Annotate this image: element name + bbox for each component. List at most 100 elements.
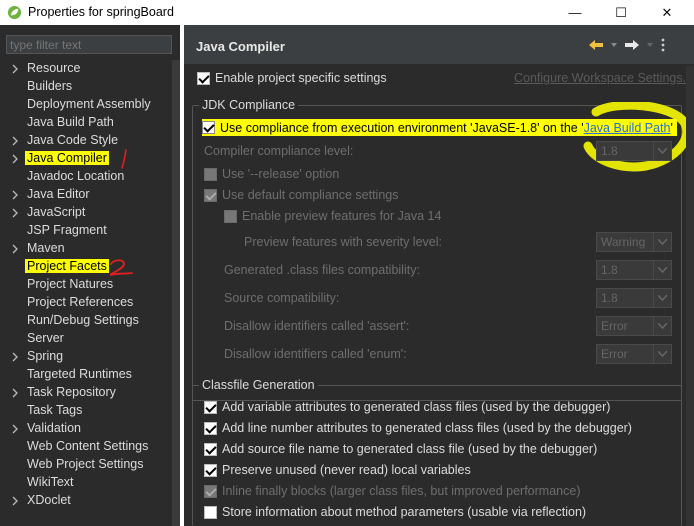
classfile-option-label: Preserve unused (never read) local varia…: [222, 463, 471, 477]
use-compliance-row[interactable]: Use compliance from execution environmen…: [202, 119, 677, 136]
tree-item-xdoclet[interactable]: XDoclet: [0, 492, 172, 510]
classfile-option-checkbox[interactable]: [204, 505, 217, 519]
classfile-option-label: Add variable attributes to generated cla…: [222, 400, 611, 414]
chevron-right-icon[interactable]: [10, 496, 20, 506]
classfile-option-checkbox[interactable]: [204, 484, 217, 498]
forward-menu-chevron-icon[interactable]: [646, 41, 654, 49]
generated-class-select[interactable]: 1.8: [596, 260, 672, 280]
tree-item-project-natures[interactable]: Project Natures: [0, 276, 172, 294]
tree-item-targeted-runtimes[interactable]: Targeted Runtimes: [0, 366, 172, 384]
tree-item-javascript[interactable]: JavaScript: [0, 204, 172, 222]
forward-arrow-icon[interactable]: [624, 39, 640, 51]
tree-item-label: Builders: [27, 79, 73, 93]
chevron-right-icon[interactable]: [10, 190, 20, 200]
use-default-checkbox[interactable]: [204, 188, 217, 202]
tree-item-project-facets[interactable]: Project Facets: [0, 258, 172, 276]
classfile-option-row[interactable]: Inline finally blocks (larger class file…: [204, 484, 580, 498]
enable-specific-row[interactable]: Enable project specific settings: [197, 71, 387, 85]
tree-item-spring[interactable]: Spring: [0, 348, 172, 366]
tree-item-builders[interactable]: Builders: [0, 78, 172, 96]
tree-item-run-debug-settings[interactable]: Run/Debug Settings: [0, 312, 172, 330]
tree-item-web-content-settings[interactable]: Web Content Settings: [0, 438, 172, 456]
classfile-option-row[interactable]: Store information about method parameter…: [204, 505, 586, 519]
tree-item-label: Javadoc Location: [27, 169, 125, 183]
configure-workspace-link[interactable]: Configure Workspace Settings...: [514, 71, 693, 85]
chevron-right-icon[interactable]: [10, 244, 20, 254]
enable-preview-row[interactable]: Enable preview features for Java 14: [224, 209, 441, 223]
source-compat-label: Source compatibility:: [224, 291, 340, 305]
tree-item-web-project-settings[interactable]: Web Project Settings: [0, 456, 172, 474]
preview-severity-select[interactable]: Warning: [596, 232, 672, 252]
back-menu-chevron-icon[interactable]: [610, 41, 618, 49]
tree-item-java-compiler[interactable]: Java Compiler: [0, 150, 172, 168]
tree-item-wikitext[interactable]: WikiText: [0, 474, 172, 492]
tree-item-deployment-assembly[interactable]: Deployment Assembly: [0, 96, 172, 114]
close-button[interactable]: ✕: [644, 0, 690, 25]
compliance-level-label: Compiler compliance level:: [204, 144, 354, 158]
tree-item-project-references[interactable]: Project References: [0, 294, 172, 312]
classfile-option-checkbox[interactable]: [204, 421, 217, 435]
tree-item-task-repository[interactable]: Task Repository: [0, 384, 172, 402]
preview-severity-label: Preview features with severity level:: [244, 235, 442, 249]
classfile-option-row[interactable]: Add variable attributes to generated cla…: [204, 400, 610, 414]
classfile-option-checkbox[interactable]: [204, 400, 217, 414]
tree-item-label: Java Compiler: [25, 151, 109, 165]
back-arrow-icon[interactable]: [588, 39, 604, 51]
classfile-option-row[interactable]: Add line number attributes to generated …: [204, 421, 632, 435]
chevron-right-icon[interactable]: [10, 136, 20, 146]
use-release-row[interactable]: Use '--release' option: [204, 167, 339, 181]
filter-input[interactable]: [6, 35, 172, 54]
title-bar: Properties for springBoard — ☐ ✕: [0, 0, 694, 25]
classfile-option-checkbox[interactable]: [204, 442, 217, 456]
chevron-right-icon[interactable]: [10, 352, 20, 362]
classfile-option-checkbox[interactable]: [204, 463, 217, 477]
compliance-level-value: 1.8: [601, 144, 618, 158]
tree-item-label: Run/Debug Settings: [27, 313, 139, 327]
tree-item-label: Maven: [27, 241, 65, 255]
chevron-right-icon[interactable]: [10, 388, 20, 398]
classfile-option-label: Add source file name to generated class …: [222, 442, 598, 456]
source-compat-select[interactable]: 1.8: [596, 288, 672, 308]
classfile-option-row[interactable]: Add source file name to generated class …: [204, 442, 597, 456]
chevron-right-icon[interactable]: [10, 424, 20, 434]
page-content: Enable project specific settings Configu…: [184, 66, 694, 526]
tree-item-java-editor[interactable]: Java Editor: [0, 186, 172, 204]
tree-item-validation[interactable]: Validation: [0, 420, 172, 438]
classfile-option-row[interactable]: Preserve unused (never read) local varia…: [204, 463, 471, 477]
java-build-path-link[interactable]: Java Build Path: [584, 121, 671, 135]
annotation-2: [109, 259, 133, 276]
chevron-right-icon[interactable]: [10, 64, 20, 74]
tree-item-java-code-style[interactable]: Java Code Style: [0, 132, 172, 150]
enable-preview-checkbox[interactable]: [224, 209, 237, 223]
maximize-button[interactable]: ☐: [598, 0, 644, 25]
tree-item-label: Task Repository: [27, 385, 116, 399]
compliance-level-select[interactable]: 1.8: [596, 141, 672, 161]
tree-item-resource[interactable]: Resource: [0, 60, 172, 78]
tree-scrollbar[interactable]: [172, 60, 180, 526]
use-compliance-label-suffix: ': [670, 120, 673, 135]
tree-item-java-build-path[interactable]: Java Build Path: [0, 114, 172, 132]
tree-item-javadoc-location[interactable]: Javadoc Location: [0, 168, 172, 186]
use-compliance-checkbox[interactable]: [202, 121, 215, 134]
tree-item-server[interactable]: Server: [0, 330, 172, 348]
disallow-assert-select[interactable]: Error: [596, 316, 672, 336]
chevron-right-icon[interactable]: [10, 154, 20, 164]
page-scrollbar[interactable]: [686, 66, 694, 526]
tree-item-label: Task Tags: [27, 403, 83, 417]
jdk-compliance-title: JDK Compliance: [199, 98, 299, 112]
disallow-enum-select[interactable]: Error: [596, 344, 672, 364]
use-default-row[interactable]: Use default compliance settings: [204, 188, 398, 202]
enable-specific-checkbox[interactable]: [197, 71, 210, 85]
tree-item-jsp-fragment[interactable]: JSP Fragment: [0, 222, 172, 240]
view-menu-icon[interactable]: [660, 38, 666, 52]
chevron-down-icon: [658, 323, 667, 329]
minimize-button[interactable]: —: [552, 0, 598, 25]
tree-item-label: Java Build Path: [27, 115, 114, 129]
chevron-right-icon[interactable]: [10, 208, 20, 218]
enable-specific-label: Enable project specific settings: [215, 71, 387, 85]
chevron-down-icon: [658, 148, 667, 154]
tree-item-maven[interactable]: Maven: [0, 240, 172, 258]
use-release-checkbox[interactable]: [204, 167, 217, 181]
classfile-option-label: Add line number attributes to generated …: [222, 421, 632, 435]
tree-item-task-tags[interactable]: Task Tags: [0, 402, 172, 420]
